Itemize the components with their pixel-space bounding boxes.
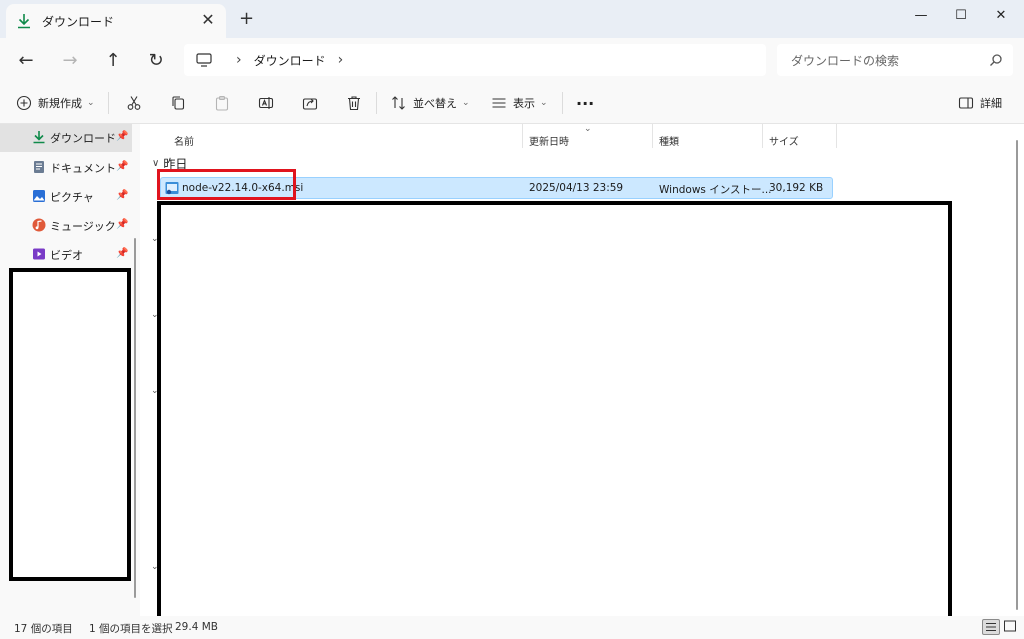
copy-icon [172, 96, 185, 110]
sidebar-item-videos[interactable]: ビデオ 📌 [0, 241, 132, 269]
item-count: 17 個の項目 [14, 623, 73, 635]
sidebar-item-documents[interactable]: ドキュメント 📌 [0, 154, 132, 182]
details-view-button[interactable] [982, 619, 1000, 635]
tab-strip: ダウンロード ✕ + — ☐ ✕ [0, 0, 1024, 38]
search-placeholder: ダウンロードの検索 [791, 53, 900, 68]
column-divider[interactable] [836, 124, 837, 148]
scissors-icon [127, 96, 141, 110]
chevron-down-icon: ⌄ [87, 98, 95, 108]
new-tab-button[interactable]: + [239, 10, 254, 28]
address-input[interactable]: › ダウンロード › [184, 44, 766, 76]
search-icon [990, 54, 1002, 66]
details-view-icon [986, 623, 996, 631]
sidebar-scrollbar[interactable] [134, 238, 136, 598]
close-window-button[interactable]: ✕ [978, 0, 1024, 30]
file-size: 30,192 KB [769, 182, 824, 194]
document-icon [34, 161, 44, 173]
divider [376, 92, 377, 114]
command-bar: 新規作成 ⌄ 並べ替え ⌄ 表示 ⌄ ··· 詳細 [0, 82, 1024, 124]
column-header-type[interactable]: 種類 [659, 128, 679, 152]
chevron-down-icon: ∨ [152, 158, 160, 169]
cut-button[interactable] [126, 92, 142, 114]
view-label: 表示 [513, 97, 535, 110]
redacted-area [157, 201, 952, 620]
sort-label: 並べ替え [413, 97, 457, 110]
rename-icon [258, 97, 274, 109]
delete-button[interactable] [346, 92, 362, 114]
divider [562, 92, 563, 114]
highlight-box [157, 169, 296, 200]
content-scrollbar[interactable] [1016, 140, 1018, 610]
sidebar-item-label: ビデオ [50, 249, 83, 262]
pin-icon: 📌 [116, 161, 129, 172]
details-pane-button[interactable]: 詳細 [958, 92, 1002, 114]
tab-downloads[interactable]: ダウンロード ✕ [6, 4, 226, 38]
pin-icon: 📌 [116, 131, 129, 142]
column-divider[interactable] [522, 124, 523, 148]
trash-icon [348, 96, 360, 111]
selection-count: 1 個の項目を選択 [89, 623, 173, 635]
divider [108, 92, 109, 114]
column-divider[interactable] [652, 124, 653, 148]
pin-icon: 📌 [116, 248, 129, 259]
view-button[interactable]: 表示 ⌄ [491, 92, 548, 114]
sidebar-item-label: ミュージック [50, 220, 116, 233]
file-modified: 2025/04/13 23:59 [529, 182, 624, 194]
refresh-button[interactable]: ↻ [144, 48, 168, 72]
download-icon [18, 14, 30, 29]
details-pane-icon [958, 97, 974, 109]
view-list-icon [492, 98, 506, 108]
column-header-modified[interactable]: 更新日時 [529, 128, 569, 152]
tab-title: ダウンロード [42, 14, 115, 29]
details-label: 詳細 [980, 97, 1002, 110]
sidebar-item-music[interactable]: ミュージック 📌 [0, 212, 132, 240]
redacted-area [9, 268, 131, 581]
sort-icon [392, 96, 405, 110]
chevron-down-icon: ⌄ [540, 98, 548, 108]
chevron-down-icon: ⌄ [462, 98, 470, 108]
plus-circle-icon [16, 95, 32, 111]
sidebar-item-label: ピクチャ [50, 191, 94, 204]
download-icon [33, 131, 45, 144]
tab-close-button[interactable]: ✕ [200, 12, 216, 28]
video-icon [33, 248, 45, 260]
sidebar-item-downloads[interactable]: ダウンロード 📌 [0, 124, 132, 152]
status-bar: 17 個の項目 1 個の項目を選択 29.4 MB [0, 616, 1024, 639]
up-button[interactable]: ↑ [101, 48, 125, 72]
copy-button[interactable] [170, 92, 186, 114]
selection-size: 29.4 MB [175, 621, 218, 633]
pin-icon: 📌 [116, 190, 129, 201]
tiles-view-icon [1004, 620, 1016, 632]
share-button[interactable] [302, 92, 318, 114]
more-options-button[interactable]: ··· [576, 92, 594, 114]
file-type: Windows インストー... [659, 184, 772, 196]
search-input[interactable]: ダウンロードの検索 [777, 44, 1013, 76]
new-button[interactable]: 新規作成 ⌄ [16, 92, 95, 114]
forward-button[interactable]: → [58, 48, 82, 72]
paste-icon [215, 95, 229, 111]
computer-icon [196, 53, 212, 67]
more-options-icon: ··· [576, 93, 595, 113]
new-label: 新規作成 [38, 97, 82, 110]
sidebar-item-label: ドキュメント [50, 162, 116, 175]
music-icon [32, 218, 46, 232]
back-button[interactable]: ← [14, 48, 38, 72]
breadcrumb-separator[interactable]: › [338, 52, 344, 68]
paste-button[interactable] [214, 92, 230, 114]
sidebar-item-label: ダウンロード [50, 132, 116, 145]
tiles-view-button[interactable] [1002, 619, 1020, 635]
pin-icon: 📌 [116, 219, 129, 230]
breadcrumb-separator: › [236, 52, 242, 68]
column-header-size[interactable]: サイズ [769, 128, 799, 152]
column-header-name[interactable]: 名前 [174, 128, 194, 152]
sort-button[interactable]: 並べ替え ⌄ [391, 92, 470, 114]
share-icon [302, 98, 318, 110]
breadcrumb-downloads[interactable]: ダウンロード [254, 52, 326, 69]
rename-button[interactable] [258, 92, 274, 114]
sort-chevron-icon: ⌄ [584, 124, 592, 134]
column-divider[interactable] [762, 124, 763, 148]
address-bar-row: ← → ↑ ↻ › ダウンロード › ダウンロードの検索 [0, 38, 1024, 82]
pictures-icon [33, 190, 45, 202]
sidebar-item-pictures[interactable]: ピクチャ 📌 [0, 183, 132, 211]
